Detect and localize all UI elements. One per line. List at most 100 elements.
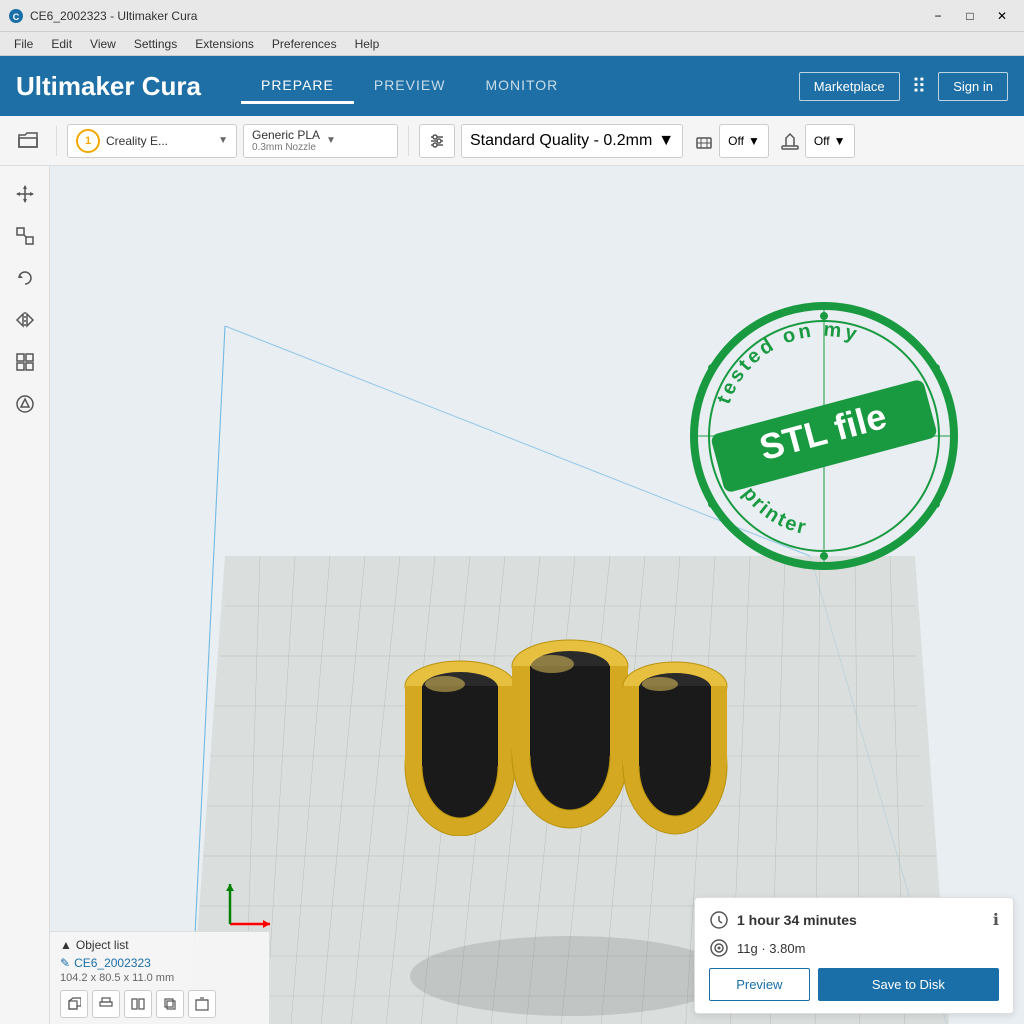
coordinate-axes	[225, 879, 275, 929]
svg-text:C: C	[13, 12, 20, 22]
object-list-header[interactable]: ▲ Object list	[60, 938, 259, 952]
printer-selector[interactable]: 1 Creality E... ▼	[67, 124, 237, 158]
support-tool-icon	[14, 393, 36, 415]
tab-preview[interactable]: PREVIEW	[354, 69, 466, 104]
menu-preferences[interactable]: Preferences	[264, 35, 345, 53]
sliders-icon	[428, 132, 446, 150]
3d-viewport-canvas	[50, 166, 350, 316]
maximize-button[interactable]: □	[956, 6, 984, 26]
filament-caret-icon: ▼	[326, 135, 336, 146]
object-action-buttons	[60, 990, 259, 1018]
minimize-button[interactable]: −	[924, 6, 952, 26]
menu-edit[interactable]: Edit	[43, 35, 80, 53]
close-button[interactable]: ✕	[988, 6, 1016, 26]
filament-detail: 0.3mm Nozzle	[252, 142, 320, 153]
app-logo: Ultimaker Cura	[16, 71, 201, 102]
obj-btn-1[interactable]	[60, 990, 88, 1018]
menu-view[interactable]: View	[82, 35, 124, 53]
obj-btn-2[interactable]	[92, 990, 120, 1018]
filament-name: Generic PLA	[252, 128, 320, 142]
signin-button[interactable]: Sign in	[938, 72, 1008, 101]
title-bar: C CE6_2002323 - Ultimaker Cura − □ ✕	[0, 0, 1024, 32]
printer-caret-icon: ▼	[218, 135, 228, 146]
menu-help[interactable]: Help	[347, 35, 388, 53]
menu-extensions[interactable]: Extensions	[187, 35, 262, 53]
rotate-icon	[14, 267, 36, 289]
svg-text:STL file: STL file	[755, 395, 891, 468]
quality-selector[interactable]: Standard Quality - 0.2mm ▼	[461, 124, 683, 158]
folder-icon	[17, 131, 39, 151]
obj-btn-4[interactable]	[156, 990, 184, 1018]
printer-name: Creality E...	[106, 134, 212, 148]
support-label: Off	[728, 134, 744, 148]
info-icon[interactable]: ℹ	[993, 910, 999, 930]
support-caret-icon: ▼	[748, 134, 760, 148]
rotate-tool[interactable]	[7, 260, 43, 296]
per-model-settings-tool[interactable]	[7, 344, 43, 380]
stamp-overlay: tested on my STL file 3Dprinter	[684, 296, 964, 576]
collapse-icon: ▲	[60, 938, 72, 952]
divider-2	[408, 126, 409, 156]
split-icon	[131, 997, 145, 1011]
printer-number: 1	[76, 129, 100, 153]
obj-btn-5[interactable]	[188, 990, 216, 1018]
preview-button[interactable]: Preview	[709, 968, 810, 1001]
svg-text:tested on my: tested on my	[713, 319, 862, 407]
layer-icon	[99, 997, 113, 1011]
app-icon: C	[8, 8, 24, 24]
copy-icon	[163, 997, 177, 1011]
nav-right: Marketplace ⠿ Sign in	[799, 70, 1008, 103]
adhesion-label: Off	[814, 134, 830, 148]
cube-icon	[67, 997, 81, 1011]
print-info-panel: 1 hour 34 minutes ℹ 11g · 3.80m Preview …	[694, 897, 1014, 1014]
print-action-buttons: Preview Save to Disk	[709, 968, 999, 1001]
scale-icon	[14, 225, 36, 247]
left-toolbar	[0, 166, 50, 1024]
spool-icon	[709, 938, 729, 958]
svg-text:3Dprinter: 3Dprinter	[724, 461, 810, 540]
mirror-tool[interactable]	[7, 302, 43, 338]
filament-selector[interactable]: Generic PLA 0.3mm Nozzle ▼	[243, 124, 398, 158]
window-controls: − □ ✕	[924, 6, 1016, 26]
settings-button[interactable]	[419, 124, 455, 158]
menu-bar: File Edit View Settings Extensions Prefe…	[0, 32, 1024, 56]
mirror-icon	[14, 309, 36, 331]
main-area: tested on my STL file 3Dprinter	[0, 166, 1024, 1024]
clock-icon	[709, 910, 729, 930]
open-file-button[interactable]	[10, 123, 46, 159]
save-to-disk-button[interactable]: Save to Disk	[818, 968, 999, 1001]
obj-btn-3[interactable]	[124, 990, 152, 1018]
3d-objects	[350, 536, 730, 836]
print-time: 1 hour 34 minutes	[737, 912, 857, 928]
viewport[interactable]: tested on my STL file 3Dprinter	[50, 166, 1024, 1024]
adhesion-icon	[779, 130, 801, 152]
support-toggle[interactable]: Off ▼	[719, 124, 769, 158]
move-icon	[14, 183, 36, 205]
scale-tool[interactable]	[7, 218, 43, 254]
menu-file[interactable]: File	[6, 35, 41, 53]
object-dimensions: 104.2 x 80.5 x 11.0 mm	[60, 972, 259, 984]
top-nav: Ultimaker Cura PREPARE PREVIEW MONITOR M…	[0, 56, 1024, 116]
per-model-icon	[14, 351, 36, 373]
adhesion-caret-icon: ▼	[834, 134, 846, 148]
tab-prepare[interactable]: PREPARE	[241, 69, 354, 104]
support-icon	[693, 130, 715, 152]
menu-settings[interactable]: Settings	[126, 35, 185, 53]
quality-label: Standard Quality - 0.2mm	[470, 132, 652, 150]
grid-dots-icon[interactable]: ⠿	[908, 70, 931, 103]
print-time-row: 1 hour 34 minutes ℹ	[709, 910, 999, 930]
toolbar: 1 Creality E... ▼ Generic PLA 0.3mm Nozz…	[0, 116, 1024, 166]
move-tool[interactable]	[7, 176, 43, 212]
object-list-label: Object list	[76, 938, 129, 952]
object-list-panel: ▲ Object list ✎ CE6_2002323 104.2 x 80.5…	[50, 931, 270, 1024]
print-material: 11g · 3.80m	[737, 941, 805, 956]
divider-1	[56, 126, 57, 156]
edit-icon: ✎	[60, 956, 70, 970]
support-tool[interactable]	[7, 386, 43, 422]
marketplace-button[interactable]: Marketplace	[799, 72, 900, 101]
tab-monitor[interactable]: MONITOR	[465, 69, 578, 104]
delete-icon	[195, 997, 209, 1011]
adhesion-toggle[interactable]: Off ▼	[805, 124, 855, 158]
quality-caret-icon: ▼	[658, 132, 674, 150]
object-name: ✎ CE6_2002323	[60, 956, 259, 970]
